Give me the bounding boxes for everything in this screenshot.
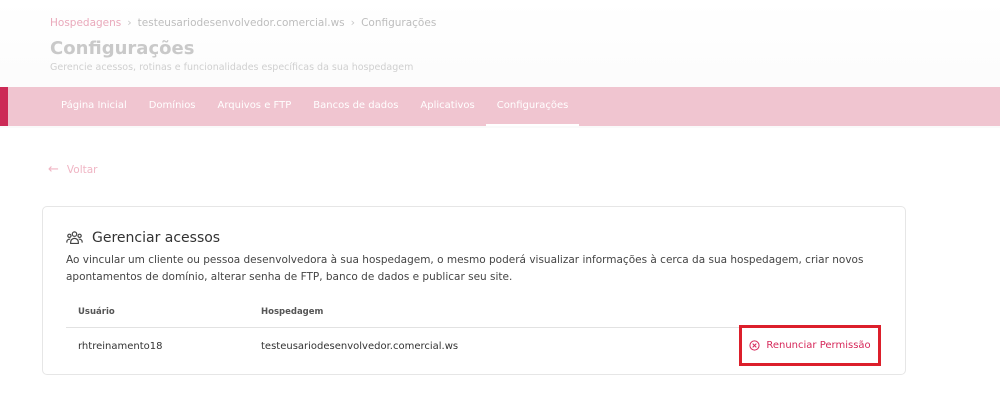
card-title: Gerenciar acessos [66,229,220,246]
tab-aplicativos[interactable]: Aplicativos [409,87,485,126]
arrow-left-icon: ← [48,162,59,177]
page-title: Configurações [50,38,195,59]
tab-bancos-de-dados[interactable]: Bancos de dados [302,87,409,126]
back-label: Voltar [66,163,98,176]
tab-configuracoes[interactable]: Configurações [485,87,580,126]
breadcrumb-hosting[interactable]: testeusariodesenvolvedor.comercial.ws [138,17,345,29]
cell-user: rhtreinamento18 [78,341,163,352]
breadcrumb-hospedagens[interactable]: Hospedagens [50,17,121,29]
tab-arquivos-ftp[interactable]: Arquivos e FTP [207,87,303,126]
chevron-right-icon: › [127,16,132,29]
tab-dominios[interactable]: Domínios [138,87,207,126]
renounce-permission-button[interactable]: Renunciar Permissão [739,325,881,366]
column-header-user: Usuário [78,307,115,317]
cell-host: testeusariodesenvolvedor.comercial.ws [261,341,459,352]
column-header-host: Hospedagem [261,307,324,317]
renounce-permission-label: Renunciar Permissão [766,340,871,351]
tabbar-accent [0,87,8,126]
card-description: Ao vincular um cliente ou pessoa desenvo… [66,254,864,283]
x-circle-icon [749,340,760,351]
users-icon [66,231,83,245]
access-card: Gerenciar acessos Ao vincular um cliente… [42,206,906,375]
breadcrumb: Hospedagens › testeusariodesenvolvedor.c… [50,16,436,29]
page-subtitle: Gerencie acessos, rotinas e funcionalida… [50,62,414,73]
tab-bar: Página Inicial Domínios Arquivos e FTP B… [0,87,1000,126]
back-link[interactable]: ← Voltar [48,162,97,177]
tab-pagina-inicial[interactable]: Página Inicial [50,87,138,126]
chevron-right-icon: › [350,16,356,29]
card-title-text: Gerenciar acessos [92,229,221,246]
breadcrumb-current: Configurações [361,16,437,29]
